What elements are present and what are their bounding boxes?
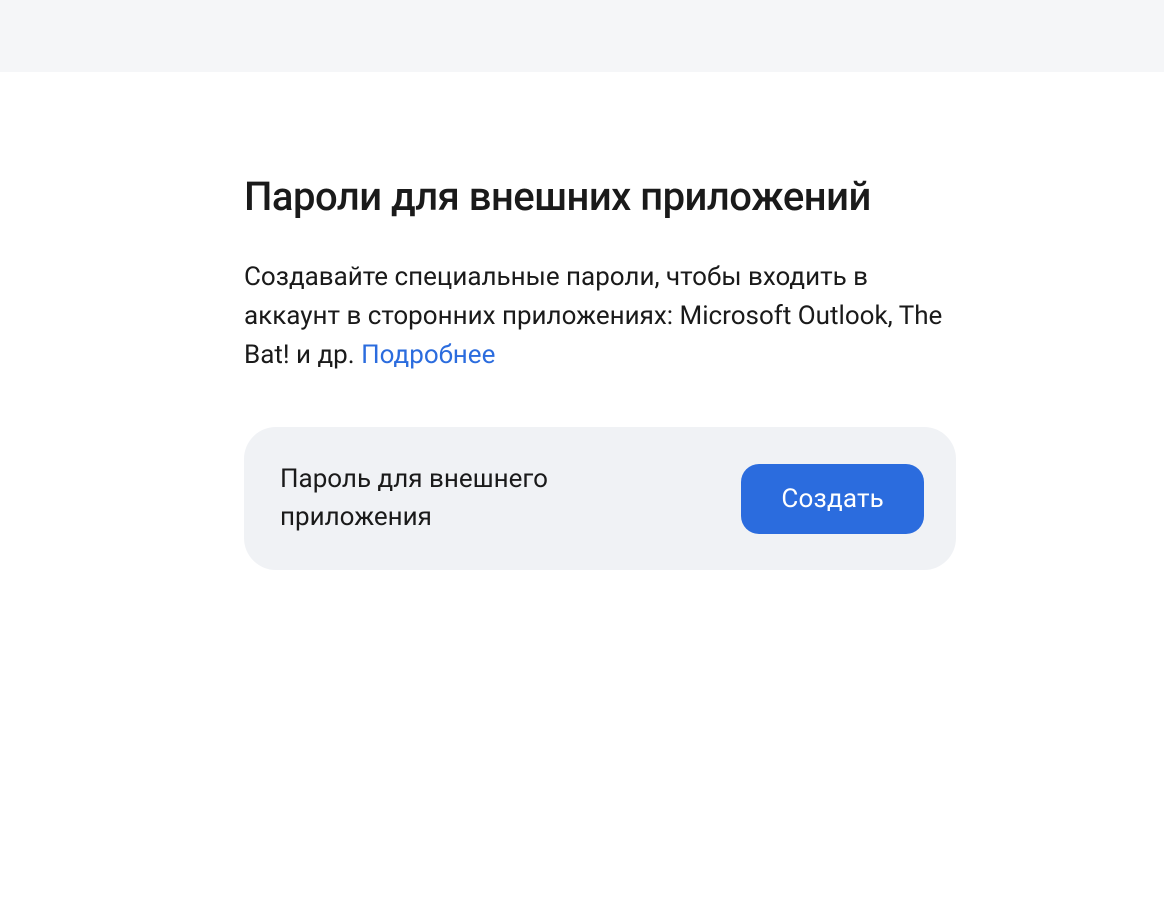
page-title: Пароли для внешних приложений xyxy=(244,172,960,222)
description-text: Создавайте специальные пароли, чтобы вхо… xyxy=(244,262,942,370)
main-content: Пароли для внешних приложений Создавайте… xyxy=(0,72,960,570)
page-description: Создавайте специальные пароли, чтобы вхо… xyxy=(244,258,960,375)
password-card: Пароль для внешнего приложения Создать xyxy=(244,427,956,570)
more-link[interactable]: Подробнее xyxy=(361,340,495,370)
create-button[interactable]: Создать xyxy=(741,464,924,534)
top-bar xyxy=(0,0,1164,72)
card-label: Пароль для внешнего приложения xyxy=(280,461,640,536)
